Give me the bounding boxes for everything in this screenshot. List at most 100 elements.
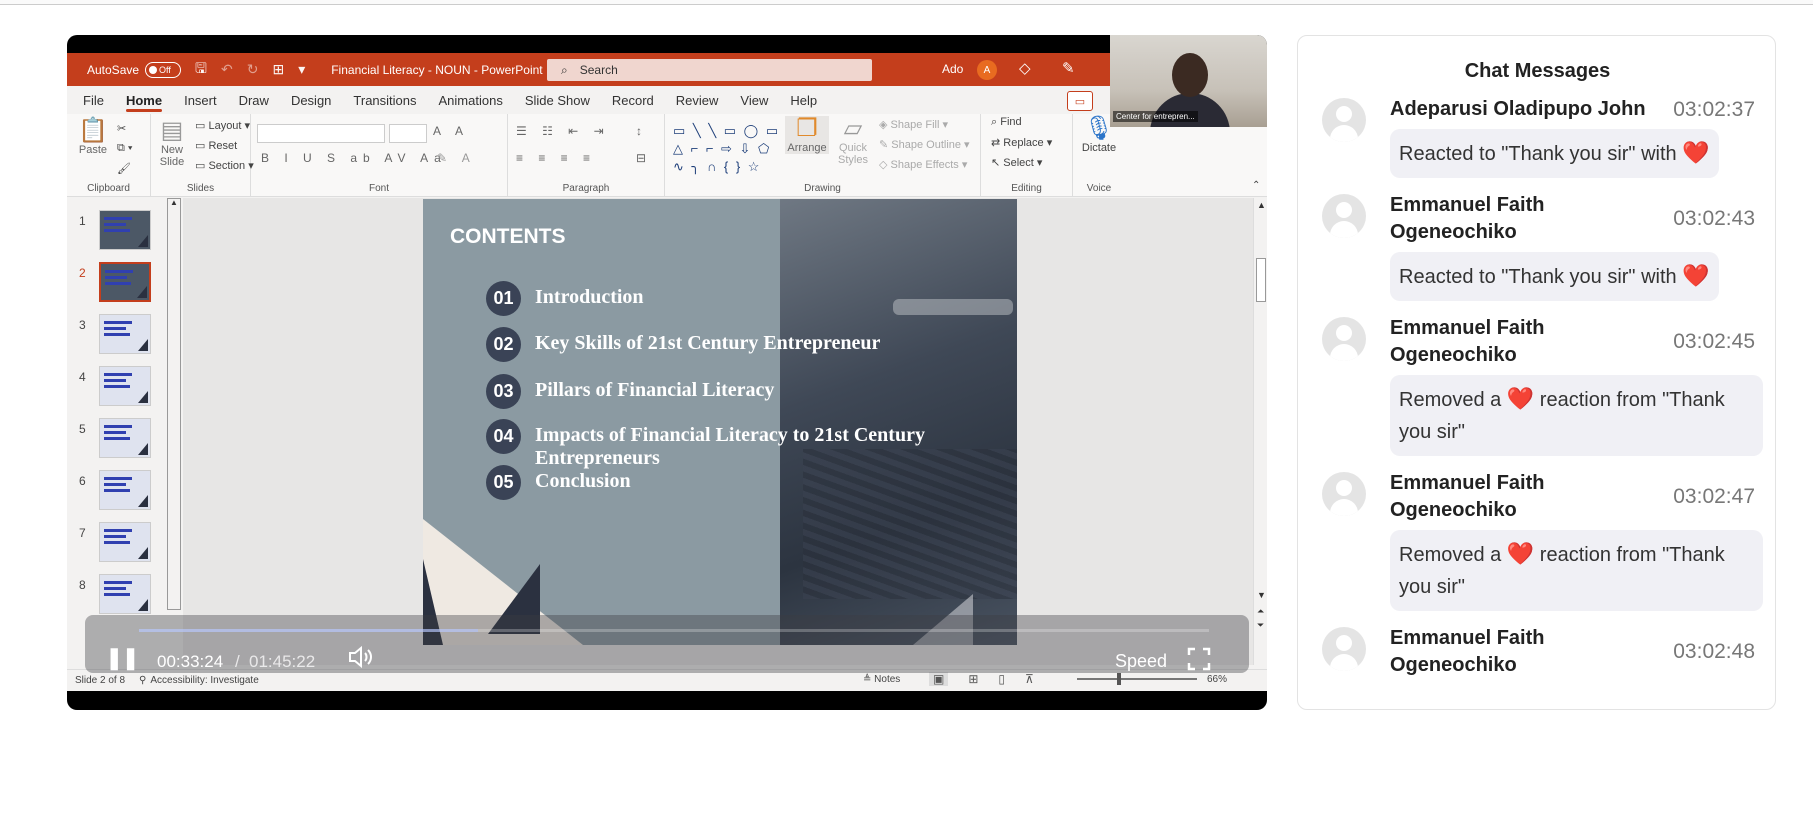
accessibility-status[interactable]: ⚲ Accessibility: Investigate [139, 675, 259, 686]
fullscreen-icon[interactable] [1187, 647, 1211, 671]
webcam-label: Center for entrepren... [1113, 111, 1198, 122]
find-button[interactable]: ⌕ Find [991, 116, 1022, 129]
notes-button[interactable]: ≜ Notes [863, 674, 900, 685]
slide-number: 2 [79, 266, 86, 280]
slide-number: 8 [79, 578, 86, 592]
align-buttons[interactable]: ≡ ≡ ≡ ≡ [516, 151, 596, 165]
normal-view-icon[interactable]: ▣ [929, 672, 949, 686]
slide-thumbnail-4[interactable]: 4 [67, 366, 167, 416]
user-avatar[interactable]: A [977, 60, 997, 80]
pause-icon[interactable]: ❚❚ [105, 645, 140, 671]
font-size-select[interactable] [389, 124, 427, 143]
editor-scrollbar[interactable]: ▲ ▼ ⏶ ⏷ [1253, 198, 1267, 665]
zoom-level[interactable]: 66% [1207, 674, 1227, 685]
collapse-ribbon-icon[interactable]: ⌃ [1252, 180, 1260, 191]
contents-item: 03 Pillars of Financial Literacy [486, 374, 774, 409]
slide-thumbnail-image [99, 262, 151, 302]
cut-icon[interactable]: ✂ [117, 122, 126, 135]
next-slide-icon[interactable]: ⏷ [1257, 620, 1264, 631]
previous-slide-icon[interactable]: ⏶ [1257, 606, 1264, 617]
thumb-deco [138, 547, 148, 559]
tab-transitions[interactable]: Transitions [342, 86, 427, 114]
align-text-icon[interactable]: ⊟ [636, 151, 646, 165]
select-button[interactable]: ↖ Select ▾ [991, 156, 1042, 169]
tab-review[interactable]: Review [665, 86, 730, 114]
contents-item-number: 02 [486, 327, 521, 362]
slide-canvas[interactable]: CONTENTS 01 Introduction 02 Key Skills of 2… [423, 199, 1017, 645]
quick-styles-button[interactable]: ▱ Quick Styles [833, 116, 873, 167]
slide-thumbnail-5[interactable]: 5 [67, 418, 167, 468]
tab-record[interactable]: Record [601, 86, 665, 114]
shapes-gallery[interactable]: ▭ ╲ ╲ ▭ ◯ ▭ △ ⌐ ⌐ ⇨ ⇩ ⬠ ∿ ╮ ∩ { } ☆ [673, 122, 780, 176]
seek-bar[interactable] [139, 629, 1209, 632]
tab-design[interactable]: Design [280, 86, 342, 114]
scrollbar-thumb[interactable] [1256, 258, 1266, 302]
contents-item-text: Impacts of Financial Literacy to 21st Ce… [535, 424, 925, 469]
tab-slide-show[interactable]: Slide Show [514, 86, 601, 114]
tab-home[interactable]: Home [115, 86, 173, 114]
shape-fill-button[interactable]: ◈ Shape Fill ▾ [879, 118, 948, 131]
slide-thumbnail-image [99, 522, 151, 562]
customize-toolbar-icon[interactable]: ▾ [298, 61, 305, 78]
volume-icon[interactable] [347, 645, 373, 675]
shape-outline-button[interactable]: ✎ Shape Outline ▾ [879, 138, 970, 151]
contents-item-text: Key Skills of 21st Century Entrepreneur [535, 332, 881, 354]
section-button[interactable]: ▭ Section ▾ [195, 159, 254, 172]
voice-group-label: Voice [1086, 183, 1112, 194]
present-icon[interactable]: ⊞ [272, 61, 284, 78]
slideshow-view-icon[interactable]: ⊼ [1025, 672, 1034, 686]
new-slide-button[interactable]: ▤ New Slide [155, 118, 189, 169]
font-size-adjust[interactable]: A A [433, 124, 469, 138]
thumb-deco [138, 339, 148, 351]
chat-title: Chat Messages [1464, 60, 1611, 82]
format-painter-icon[interactable]: 🖌 [117, 162, 131, 175]
presenter-head [1172, 53, 1208, 97]
scroll-down-icon[interactable]: ▼ [1257, 590, 1266, 600]
slide-thumbnail-3[interactable]: 3 [67, 314, 167, 364]
font-formatting-buttons[interactable]: B I U S ab AV Aa [261, 151, 447, 165]
copy-icon[interactable]: ⧉ ▾ [117, 142, 133, 155]
slide-thumbnail-7[interactable]: 7 [67, 522, 167, 572]
reset-button[interactable]: ▭ Reset [195, 139, 237, 152]
thumbnail-scrollbar[interactable] [167, 198, 181, 610]
tab-file[interactable]: File [72, 86, 115, 114]
autosave-toggle[interactable]: Off [145, 61, 182, 78]
tab-view[interactable]: View [729, 86, 779, 114]
slide-sorter-icon[interactable]: ⊞ [968, 672, 978, 686]
redo-icon[interactable]: ↻ [247, 61, 259, 78]
search-input[interactable]: ⌕ Search [547, 59, 872, 81]
time-separator: / [235, 652, 240, 671]
shape-effects-button[interactable]: ◇ Shape Effects ▾ [879, 158, 967, 171]
chat-message: Emmanuel Faith Ogeneochiko 03:02:48 [1298, 625, 1775, 679]
tab-draw[interactable]: Draw [228, 86, 280, 114]
save-icon[interactable]: 🖫 [195, 58, 207, 82]
contents-item-text: Conclusion [535, 470, 631, 492]
paste-button[interactable]: 📋 Paste [75, 118, 111, 157]
layout-button[interactable]: ▭ Layout ▾ [195, 119, 250, 132]
font-color-buttons[interactable]: ✎ A [437, 151, 476, 165]
chat-message-list[interactable]: Adeparusi Oladipupo John 03:02:37 Reacted … [1298, 96, 1775, 684]
arrange-button[interactable]: ❐ Arrange [785, 116, 829, 154]
text-direction-icon[interactable]: ↕ [636, 124, 642, 138]
speed-button[interactable]: Speed [1115, 651, 1167, 672]
replace-button[interactable]: ⇄ Replace ▾ [991, 136, 1052, 149]
slide-number: 1 [79, 214, 86, 228]
autosave-control[interactable]: AutoSave Off [87, 61, 182, 78]
slide-thumbnail-2[interactable]: 2 [67, 262, 167, 312]
font-family-select[interactable] [257, 124, 385, 143]
diamond-icon[interactable]: ◇ [1019, 59, 1031, 77]
scroll-up-icon[interactable]: ▲ [1257, 200, 1266, 210]
undo-icon[interactable]: ↶ [221, 61, 233, 78]
pen-icon[interactable]: ✎ [1062, 59, 1075, 77]
slide-thumbnail-1[interactable]: 1 [67, 210, 167, 260]
shape-outline-label: Shape Outline [891, 139, 961, 151]
zoom-slider[interactable] [1077, 673, 1197, 685]
tab-animations[interactable]: Animations [428, 86, 514, 114]
tab-insert[interactable]: Insert [173, 86, 228, 114]
tab-help[interactable]: Help [779, 86, 828, 114]
video-player[interactable]: AutoSave Off 🖫 ↶ ↻ ⊞ ▾ Financial Literac… [67, 35, 1267, 710]
reading-view-icon[interactable]: ▯ [998, 672, 1005, 686]
list-buttons[interactable]: ☰ ☷ ⇤ ⇥ [516, 124, 610, 138]
slide-thumbnail-6[interactable]: 6 [67, 470, 167, 520]
comments-icon[interactable]: ▭ [1067, 91, 1093, 111]
